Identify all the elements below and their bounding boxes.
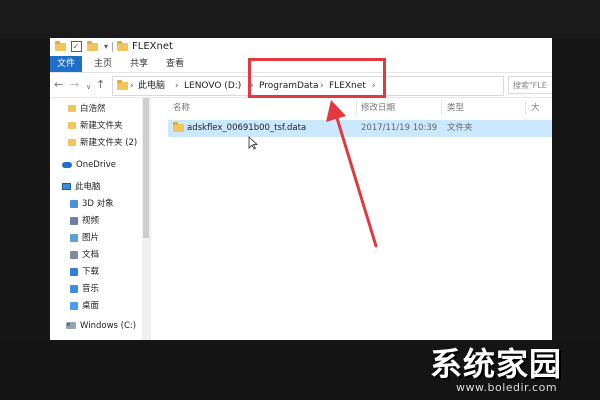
tab-share[interactable]: 共享	[130, 56, 148, 72]
column-divider[interactable]	[525, 101, 526, 115]
annotation-highlight-box	[248, 58, 386, 98]
dark-frame-top	[0, 0, 600, 38]
window-title: FLEXnet	[132, 41, 173, 52]
column-header-size[interactable]: 大	[531, 102, 540, 114]
file-name: adskflex_00691b00_tsf.data	[187, 123, 307, 133]
column-header-date[interactable]: 修改日期	[361, 102, 395, 114]
pinned-folder-icon	[68, 105, 76, 112]
quick-access-item[interactable]: 白浩然	[68, 102, 106, 116]
quick-access-dropdown[interactable]: ▾	[100, 41, 112, 52]
breadcrumb-separator: ›	[130, 81, 134, 91]
sidebar-item-music[interactable]: 音乐	[70, 282, 99, 296]
column-divider[interactable]	[356, 101, 357, 115]
nav-item-label: 新建文件夹	[80, 121, 123, 131]
picture-icon	[70, 233, 78, 242]
nav-item-label: 视频	[82, 216, 100, 226]
pinned-folder-icon	[68, 122, 76, 129]
quick-access-item[interactable]: 新建文件夹	[68, 119, 123, 133]
tab-file[interactable]: 文件	[50, 56, 82, 72]
mouse-cursor-icon	[248, 136, 258, 150]
nav-item-label: 图片	[82, 233, 100, 243]
music-icon	[70, 284, 78, 293]
tab-home[interactable]: 主页	[94, 56, 112, 72]
address-folder-icon	[117, 80, 128, 90]
dark-frame-left	[0, 38, 50, 340]
breadcrumb-drive-d[interactable]: LENOVO (D:)	[184, 79, 241, 93]
tab-view[interactable]: 查看	[166, 56, 184, 72]
dark-frame-right	[552, 38, 600, 340]
sidebar-item-onedrive[interactable]: OneDrive	[62, 158, 116, 172]
nav-item-label: 下载	[82, 267, 100, 277]
column-header-name[interactable]: 名称	[173, 102, 190, 114]
properties-check-icon[interactable]: ✓	[70, 41, 82, 52]
nav-item-label: 音乐	[82, 284, 100, 294]
desktop-icon	[70, 301, 78, 310]
video-icon	[70, 216, 78, 225]
computer-icon	[62, 183, 71, 190]
table-row[interactable]: adskflex_00691b00_tsf.data 2017/11/19 10…	[168, 120, 552, 137]
sidebar-item-desktop[interactable]: 桌面	[70, 299, 99, 313]
sidebar-item-pictures[interactable]: 图片	[70, 231, 99, 245]
sidebar-item-drive-c[interactable]: Windows (C:)	[66, 319, 136, 333]
nav-item-label: Windows (C:)	[80, 321, 137, 331]
sidebar-item-videos[interactable]: 视频	[70, 214, 99, 228]
navigation-pane: 白浩然 新建文件夹 新建文件夹 (2) OneDrive 此电脑 3D 对象 视…	[50, 98, 151, 340]
nav-item-label: 3D 对象	[82, 199, 114, 209]
column-header-type[interactable]: 类型	[447, 102, 464, 114]
file-list: 名称 修改日期 类型 大 adskflex_00691b00_tsf.data …	[151, 98, 552, 340]
sidebar-item-3d-objects[interactable]: 3D 对象	[70, 197, 114, 211]
watermark-title: 系统家园	[430, 345, 563, 383]
column-divider[interactable]	[441, 101, 442, 115]
nav-item-label: OneDrive	[76, 160, 116, 170]
nav-item-label: 桌面	[82, 301, 100, 311]
folder-icon	[173, 122, 184, 132]
nav-pane-scrollbar[interactable]	[142, 98, 150, 340]
pinned-folder-icon	[68, 139, 76, 146]
back-arrow-icon[interactable]: ←	[54, 77, 63, 93]
forward-arrow-icon[interactable]: →	[70, 77, 79, 93]
title-bar: ✓ ▾ FLEXnet	[50, 38, 552, 56]
nav-item-label: 此电脑	[75, 182, 101, 192]
title-separator	[112, 42, 113, 52]
nav-item-label: 文档	[82, 250, 100, 260]
watermark-url: www.boledir.com	[456, 381, 558, 394]
quick-access-item[interactable]: 新建文件夹 (2)	[68, 136, 137, 150]
folder-icon[interactable]	[54, 40, 66, 52]
file-modified-date: 2017/11/19 10:39	[361, 123, 438, 133]
sidebar-item-downloads[interactable]: 下载	[70, 265, 99, 279]
file-type: 文件夹	[447, 123, 473, 133]
download-icon	[70, 267, 78, 276]
new-folder-icon[interactable]	[86, 40, 98, 52]
scrollbar-thumb[interactable]	[143, 98, 149, 238]
search-input[interactable]: 搜索"FLE	[508, 76, 552, 94]
title-folder-icon	[117, 41, 128, 51]
sidebar-item-documents[interactable]: 文档	[70, 248, 99, 262]
drive-icon	[66, 322, 76, 329]
nav-item-label: 新建文件夹 (2)	[80, 138, 138, 148]
cloud-icon	[62, 161, 72, 168]
cube-icon	[70, 199, 78, 208]
recent-locations-dropdown[interactable]: ∨	[86, 79, 91, 95]
breadcrumb-this-pc[interactable]: 此电脑	[138, 79, 165, 93]
up-arrow-icon[interactable]: ↑	[96, 77, 105, 93]
breadcrumb-separator: ›	[175, 81, 179, 91]
nav-item-label: 白浩然	[80, 104, 106, 114]
document-icon	[70, 250, 78, 259]
sidebar-item-this-pc[interactable]: 此电脑	[62, 180, 101, 194]
